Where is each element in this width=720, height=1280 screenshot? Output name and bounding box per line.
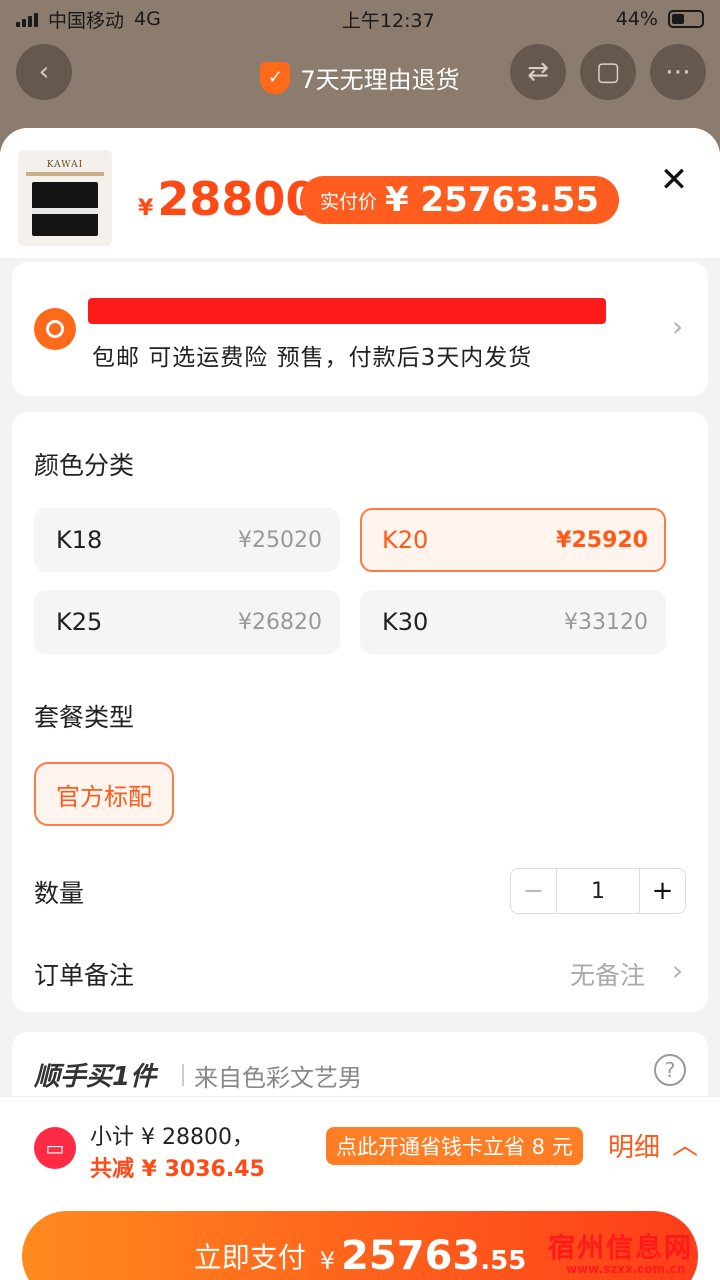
clock: 上午12:37 bbox=[341, 9, 435, 32]
status-left: 中国移动 4G bbox=[16, 6, 161, 33]
battery-percent: 44% bbox=[615, 8, 658, 30]
sku-option-k20[interactable]: K20 ¥25920 bbox=[360, 508, 666, 572]
chevron-right-icon[interactable]: › bbox=[672, 954, 683, 987]
subtotal-text: 小计 ¥ 28800， bbox=[90, 1125, 254, 1150]
shield-icon: ✓ bbox=[260, 61, 291, 94]
pay-integer: 25763 bbox=[341, 1233, 481, 1279]
pay-decimal: .55 bbox=[480, 1246, 527, 1276]
sku-price: ¥33120 bbox=[564, 609, 648, 635]
sheet-header: KAWAI ¥ 28800 实付价 ¥ 25763.55 ✕ bbox=[0, 128, 720, 258]
carrier-label: 中国移动 bbox=[48, 9, 125, 32]
addon-source: 来自色彩文艺男 bbox=[194, 1064, 362, 1092]
decrement-button[interactable]: − bbox=[511, 869, 557, 913]
saver-card-button[interactable]: 点此开通省钱卡立省 8 元 bbox=[326, 1127, 583, 1165]
quantity-stepper: − 1 + bbox=[510, 868, 686, 914]
package-title: 套餐类型 bbox=[34, 703, 135, 732]
thumb-subtitle-bar bbox=[26, 172, 104, 176]
sku-price: ¥25020 bbox=[238, 527, 322, 553]
status-bar: 中国移动 4G 上午12:37 44% bbox=[0, 0, 720, 38]
sku-name: K30 bbox=[382, 608, 429, 636]
color-title: 颜色分类 bbox=[34, 451, 135, 480]
sku-option-k18[interactable]: K18 ¥25020 bbox=[34, 508, 340, 572]
sku-option-k25[interactable]: K25 ¥26820 bbox=[34, 590, 340, 654]
order-note-label: 订单备注 bbox=[34, 961, 135, 990]
status-right: 44% bbox=[616, 8, 704, 30]
coupon-icon: ▭ bbox=[34, 1127, 76, 1169]
order-note-value[interactable]: 无备注 bbox=[570, 956, 645, 992]
product-thumbnail[interactable]: KAWAI bbox=[18, 150, 112, 246]
signal-icon bbox=[16, 11, 38, 27]
addon-title: 顺手买1件 bbox=[34, 1062, 157, 1092]
sku-name: K18 bbox=[56, 526, 103, 554]
quantity-label: 数量 bbox=[34, 879, 85, 908]
help-icon[interactable]: ? bbox=[654, 1054, 686, 1086]
price-value: 28800 bbox=[157, 172, 318, 226]
watermark-text: 宿州信息网 bbox=[548, 1233, 693, 1264]
real-price-value: ¥ 25763.55 bbox=[385, 180, 600, 220]
pay-symbol: ¥ bbox=[319, 1247, 336, 1275]
thumb-brand: KAWAI bbox=[46, 160, 84, 170]
product-price: ¥ 28800 bbox=[138, 172, 317, 226]
watermark-url: www.szxx.com.cn bbox=[566, 1262, 686, 1276]
divider bbox=[182, 1064, 184, 1086]
piano-keys bbox=[32, 208, 98, 214]
return-guarantee: ✓ 7天无理由退货 bbox=[0, 60, 720, 95]
close-icon[interactable]: ✕ bbox=[654, 160, 694, 200]
chevron-right-icon: › bbox=[672, 310, 684, 343]
sku-option-k30[interactable]: K30 ¥33120 bbox=[360, 590, 666, 654]
options-card: 颜色分类 K18 ¥25020 K20 ¥25920 K25 ¥26820 K3… bbox=[12, 412, 708, 1012]
sku-name: K25 bbox=[56, 608, 103, 636]
chevron-up-icon[interactable]: ︿ bbox=[672, 1125, 698, 1162]
sku-price: ¥26820 bbox=[238, 609, 322, 635]
increment-button[interactable]: + bbox=[639, 869, 685, 913]
shipping-info: 包邮 可选运费险 预售，付款后3天内发货 bbox=[92, 345, 533, 371]
real-price-pill: 实付价 ¥ 25763.55 bbox=[300, 176, 620, 224]
price-symbol: ¥ bbox=[138, 196, 154, 221]
guarantee-text: 7天无理由退货 bbox=[300, 66, 460, 94]
real-price-label: 实付价 bbox=[320, 190, 378, 213]
sku-price: ¥25920 bbox=[556, 527, 648, 553]
detail-link[interactable]: 明细 bbox=[608, 1127, 660, 1164]
network-label: 4G bbox=[134, 8, 161, 30]
pay-label: 立即支付 bbox=[193, 1241, 306, 1274]
discount-text: 共减 ¥ 3036.45 bbox=[90, 1157, 265, 1182]
address-card[interactable]: 包邮 可选运费险 预售，付款后3天内发货 › bbox=[12, 262, 708, 396]
location-pin-icon bbox=[34, 308, 76, 350]
package-option[interactable]: 官方标配 bbox=[34, 762, 174, 826]
redacted-address bbox=[88, 298, 606, 324]
sku-name: K20 bbox=[382, 526, 429, 554]
battery-icon bbox=[667, 10, 704, 28]
quantity-value[interactable]: 1 bbox=[557, 869, 639, 913]
pay-amount: ¥ 25763 .55 bbox=[320, 1233, 527, 1279]
sku-sheet: KAWAI ¥ 28800 实付价 ¥ 25763.55 ✕ 包邮 可选运费险 … bbox=[0, 128, 720, 1280]
